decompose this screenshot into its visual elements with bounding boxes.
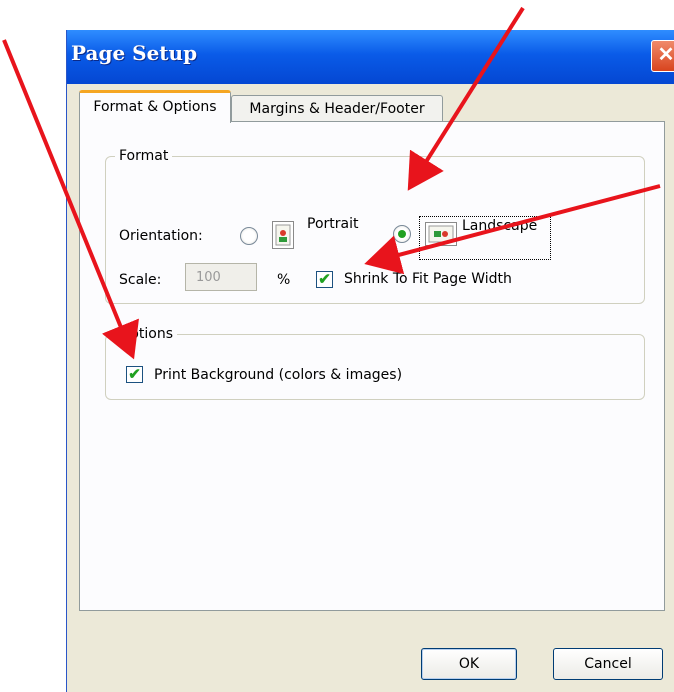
shrink-to-fit-label[interactable]: Shrink To Fit Page Width xyxy=(344,271,512,287)
close-button[interactable]: ✕ xyxy=(651,40,674,72)
scale-input[interactable]: 100 xyxy=(185,263,257,291)
format-group-label: Format xyxy=(115,148,173,164)
print-background-checkbox[interactable]: ✔ xyxy=(126,366,143,383)
page-setup-dialog: Page Setup ✕ Format & Options Margins & … xyxy=(66,30,674,692)
landscape-page-icon xyxy=(425,222,457,246)
portrait-radio[interactable] xyxy=(240,227,258,245)
close-icon: ✕ xyxy=(657,44,674,66)
checkmark-icon: ✔ xyxy=(128,366,141,383)
title-bar: Page Setup ✕ xyxy=(67,30,674,84)
dialog-title: Page Setup xyxy=(71,41,198,65)
ok-button[interactable]: OK xyxy=(421,648,517,680)
landscape-radio[interactable] xyxy=(393,225,411,243)
shrink-to-fit-checkbox[interactable]: ✔ xyxy=(316,271,333,288)
scale-label: Scale: xyxy=(119,272,162,288)
portrait-page-icon xyxy=(272,221,294,249)
tab-margins-header-footer[interactable]: Margins & Header/Footer xyxy=(231,95,443,122)
portrait-label[interactable]: Portrait xyxy=(307,216,358,232)
tab-format-options[interactable]: Format & Options xyxy=(79,90,231,123)
percent-label: % xyxy=(277,272,291,288)
cancel-button[interactable]: Cancel xyxy=(553,648,663,680)
landscape-label[interactable]: Landscape xyxy=(462,218,537,234)
print-background-label[interactable]: Print Background (colors & images) xyxy=(154,367,402,383)
options-group-label: Options xyxy=(115,326,178,342)
checkmark-icon: ✔ xyxy=(318,271,331,288)
orientation-label: Orientation: xyxy=(119,228,203,244)
